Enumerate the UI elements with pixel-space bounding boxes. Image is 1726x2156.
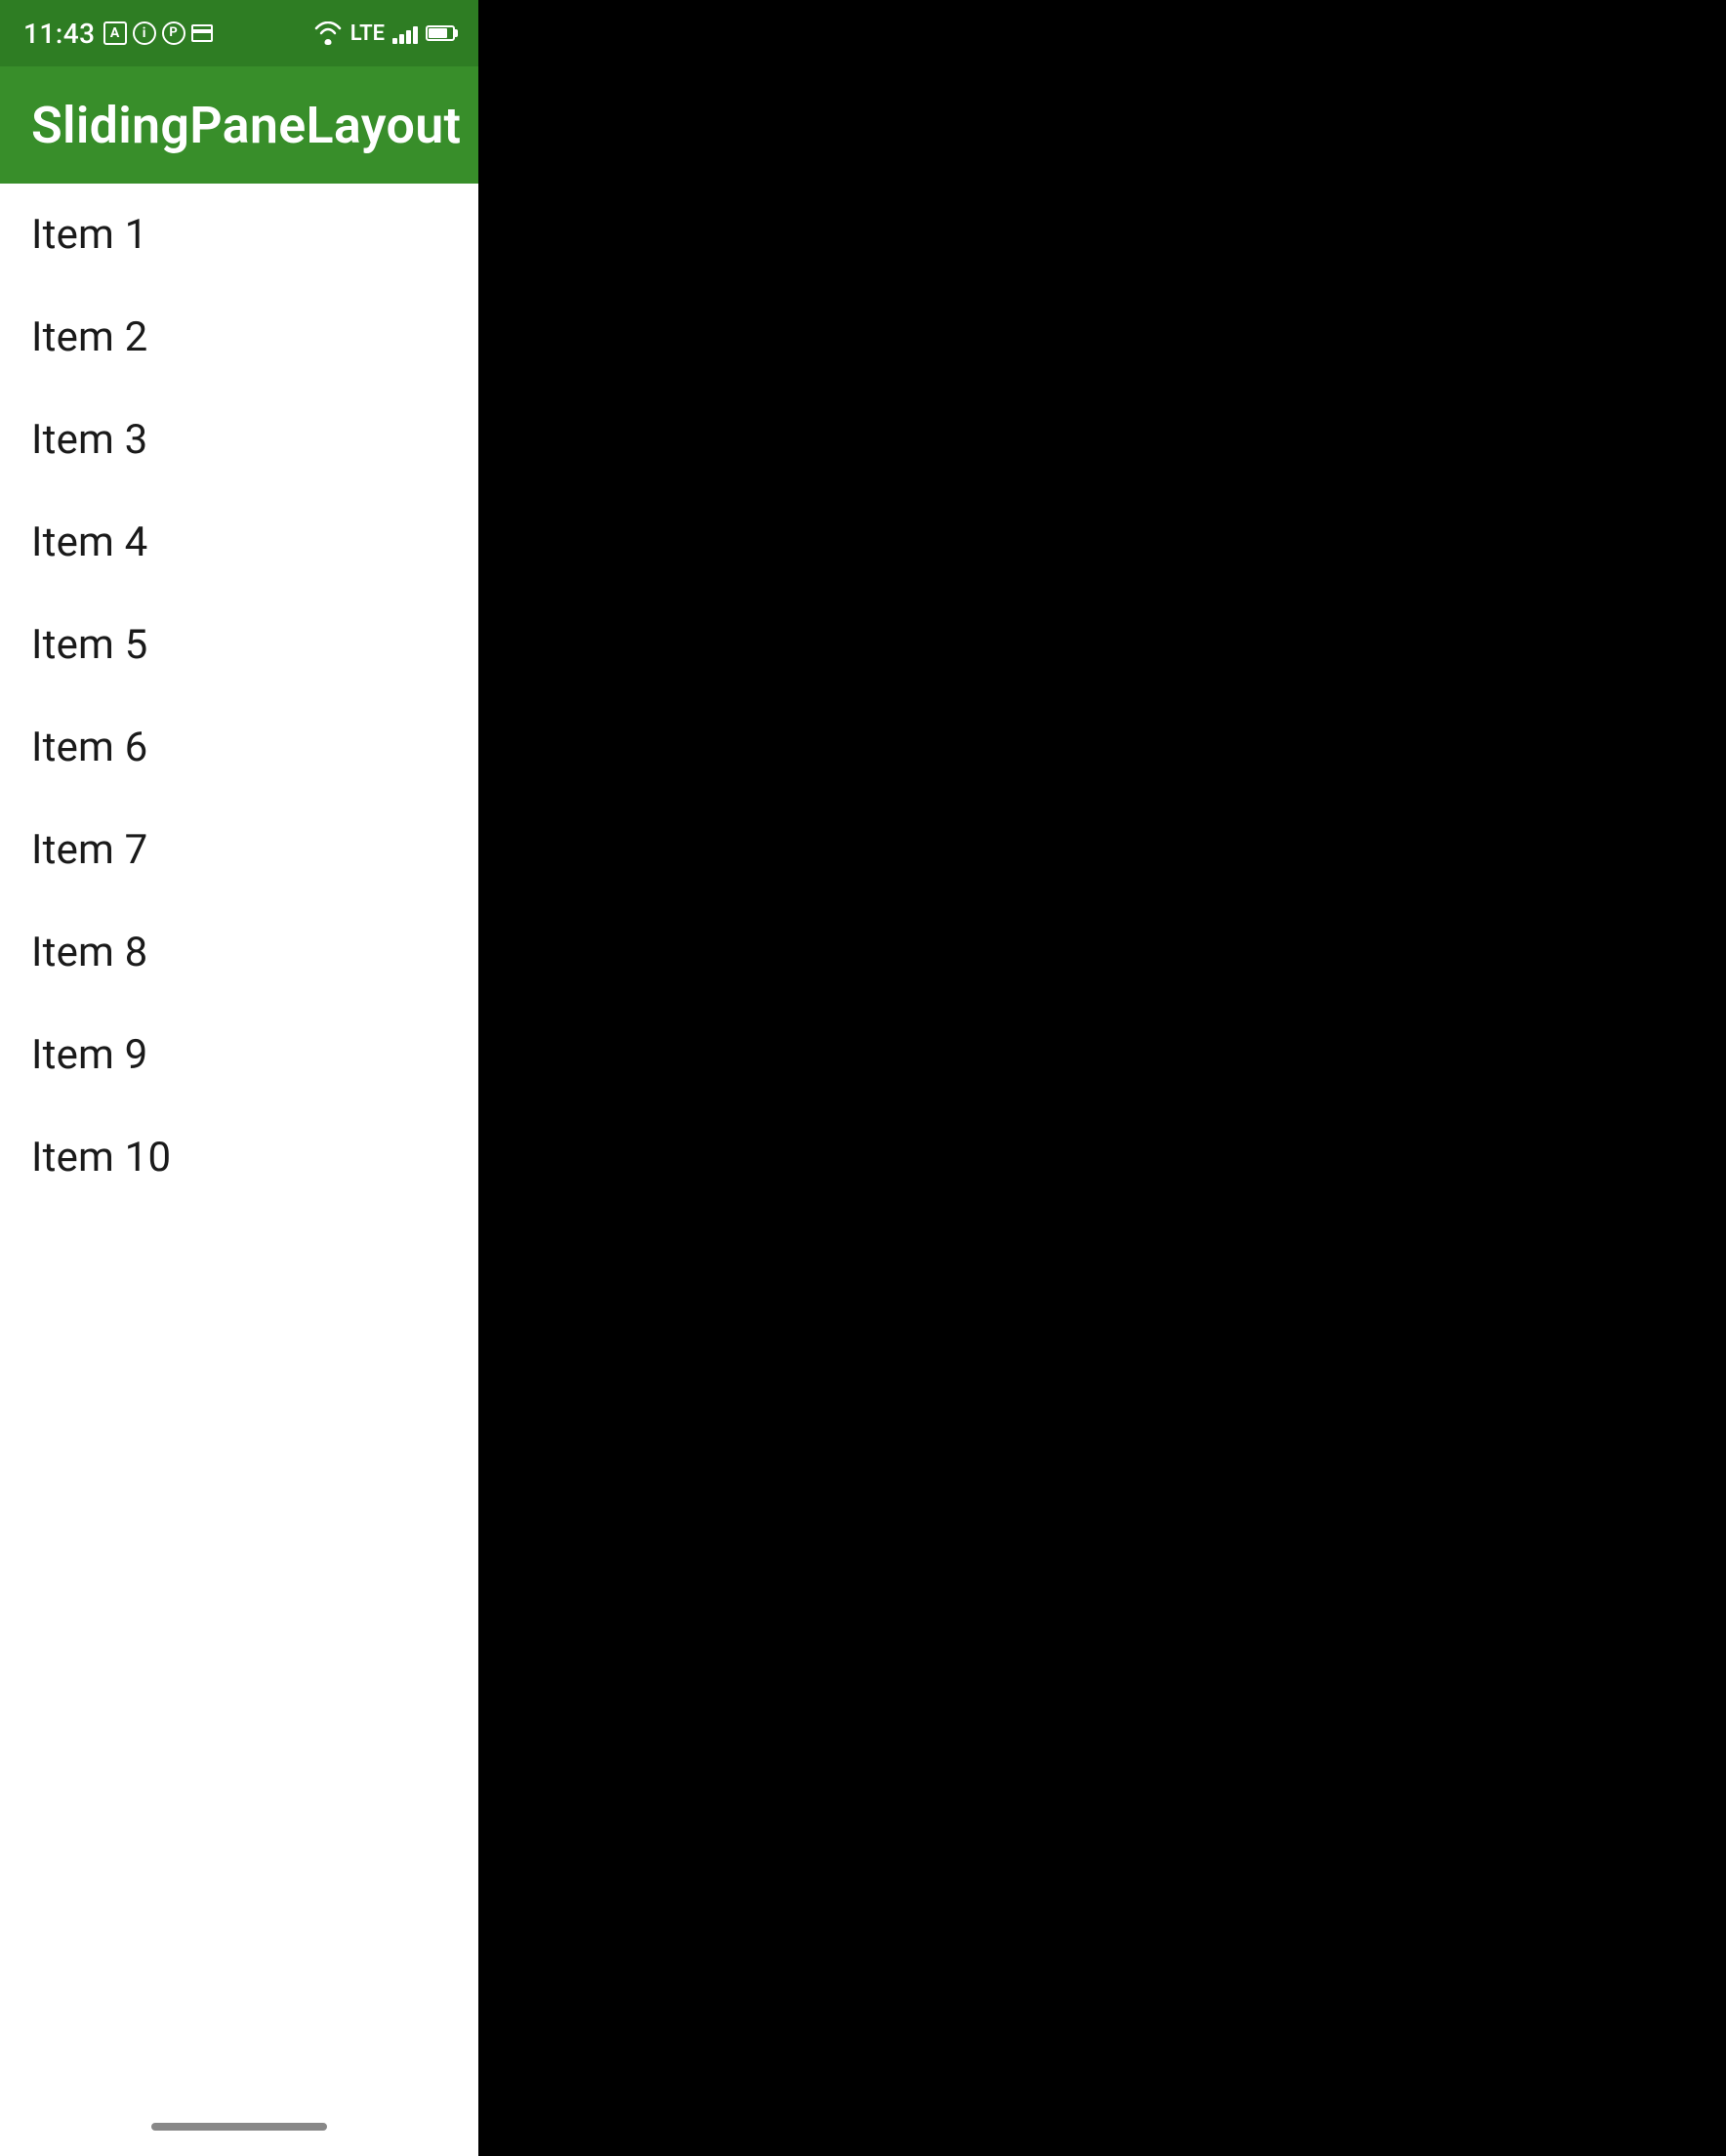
list-item-text: Item 1 — [31, 211, 148, 259]
status-bar-left: 11:43 A i P — [23, 18, 213, 50]
signal-bar-4 — [413, 26, 418, 44]
list-item-text: Item 3 — [31, 416, 148, 464]
list-item[interactable]: Item 4 — [0, 491, 478, 594]
list-item-text: Item 2 — [31, 313, 148, 361]
status-time: 11:43 — [23, 18, 96, 50]
list-item-text: Item 4 — [31, 518, 148, 566]
list-item[interactable]: Item 7 — [0, 799, 478, 901]
list-item-text: Item 8 — [31, 929, 148, 976]
list-item[interactable]: Item 5 — [0, 594, 478, 696]
status-bar-right: LTE — [313, 21, 455, 46]
list-item[interactable]: Item 9 — [0, 1004, 478, 1106]
list-item[interactable]: Item 2 — [0, 286, 478, 389]
list-item-text: Item 6 — [31, 724, 148, 771]
list-item[interactable]: Item 3 — [0, 389, 478, 491]
battery-icon — [426, 25, 455, 41]
list-item-text: Item 5 — [31, 621, 148, 669]
notification-card-icon — [191, 24, 213, 42]
lte-label: LTE — [350, 21, 385, 46]
home-indicator — [0, 2097, 478, 2156]
list-item-text: Item 7 — [31, 826, 148, 874]
signal-bar-2 — [399, 34, 404, 44]
list-item[interactable]: Item 8 — [0, 901, 478, 1004]
signal-bars-icon — [392, 22, 418, 44]
notification-p-icon: P — [162, 21, 185, 45]
app-title: SlidingPaneLayout — [31, 96, 461, 155]
home-bar — [151, 2123, 327, 2131]
wifi-icon — [313, 21, 343, 45]
list-item-text: Item 10 — [31, 1134, 171, 1182]
list-item[interactable]: Item 10 — [0, 1106, 478, 1209]
list-item[interactable]: Item 6 — [0, 696, 478, 799]
notification-a-icon: A — [103, 21, 127, 45]
signal-bar-1 — [392, 38, 397, 44]
app-bar: SlidingPaneLayout — [0, 66, 478, 184]
status-icons: A i P — [103, 21, 213, 45]
phone-panel: 11:43 A i P LTE — [0, 0, 478, 2156]
notification-i-icon: i — [133, 21, 156, 45]
signal-bar-3 — [406, 30, 411, 44]
list-container: Item 1 Item 2 Item 3 Item 4 Item 5 Item … — [0, 184, 478, 2097]
list-item[interactable]: Item 1 — [0, 184, 478, 286]
list-item-text: Item 9 — [31, 1031, 148, 1079]
battery-fill — [429, 28, 447, 38]
status-bar: 11:43 A i P LTE — [0, 0, 478, 66]
